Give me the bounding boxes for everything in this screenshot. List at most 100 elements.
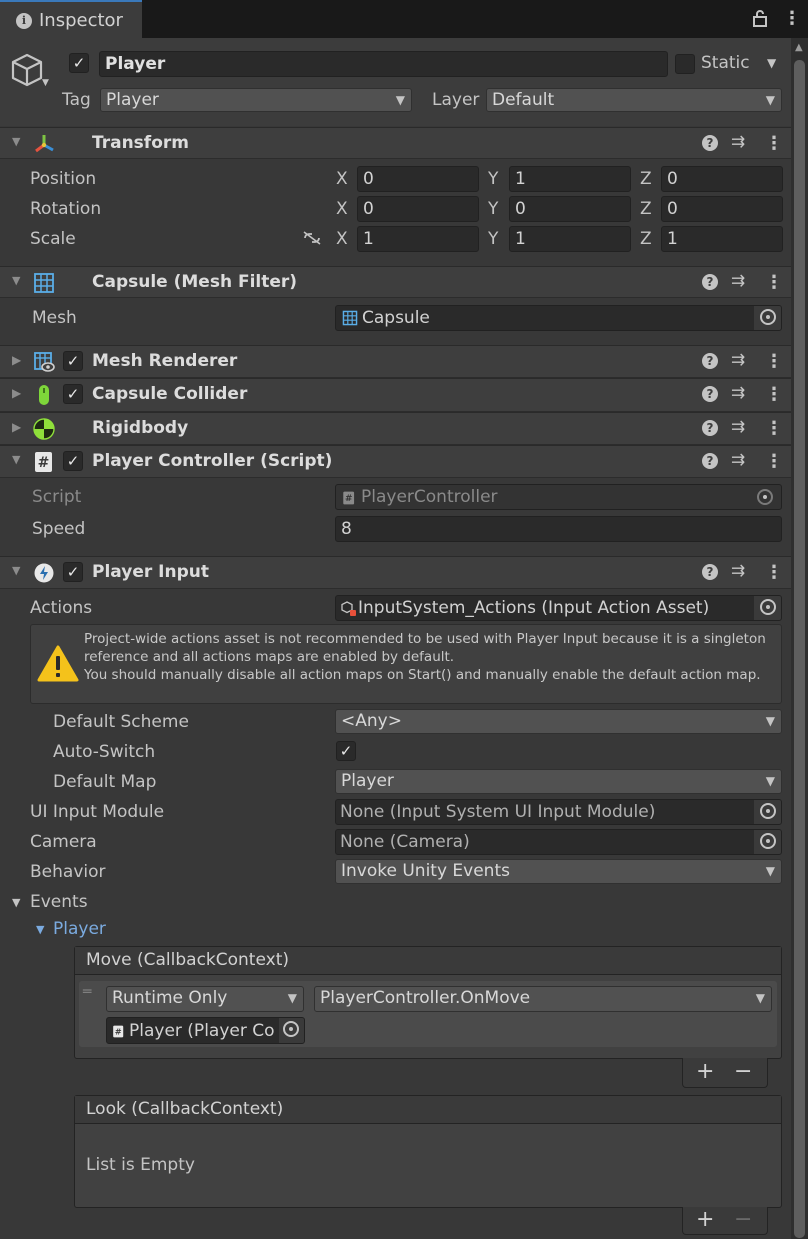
enabled-checkbox[interactable]: ✓	[63, 451, 83, 471]
foldout-collapsed-icon[interactable]: ▶	[12, 386, 21, 400]
object-name-text: Player	[105, 54, 166, 74]
tab-inspector[interactable]: i Inspector	[0, 0, 142, 38]
component-title: Player Controller (Script)	[92, 451, 333, 471]
camera-label: Camera	[30, 832, 97, 852]
rotation-y-input[interactable]: 0	[509, 196, 631, 222]
input-action-asset-icon	[341, 601, 356, 616]
scale-x-input[interactable]: 1	[357, 226, 479, 252]
foldout-collapsed-icon[interactable]: ▶	[12, 353, 21, 367]
player-map-label[interactable]: Player	[53, 919, 106, 939]
enabled-checkbox[interactable]: ✓	[63, 384, 83, 404]
component-title: Transform	[92, 133, 189, 153]
object-picker-button[interactable]	[753, 800, 781, 824]
object-picker-button[interactable]	[278, 1018, 304, 1043]
component-menu-icon[interactable]: ⋮	[765, 133, 783, 154]
position-z-input[interactable]: 0	[661, 166, 783, 192]
presets-icon[interactable]: ⇉	[731, 132, 745, 152]
ui-input-module-field[interactable]: None (Input System UI Input Module)	[335, 799, 782, 825]
lock-icon[interactable]	[753, 9, 767, 27]
default-map-dropdown[interactable]: Player ▼	[335, 769, 782, 794]
static-checkbox[interactable]	[675, 54, 695, 74]
component-menu-icon[interactable]: ⋮	[765, 351, 783, 372]
rigidbody-header[interactable]: ▶ Rigidbody ? ⇉ ⋮	[0, 412, 791, 445]
constrain-proportions-icon[interactable]	[302, 230, 322, 246]
icon-dropdown-arrow-icon[interactable]: ▼	[42, 78, 49, 88]
transform-header[interactable]: ▼ Transform ? ⇉ ⋮	[0, 127, 791, 159]
player-map-foldout-icon[interactable]: ▼	[36, 923, 44, 936]
behavior-dropdown[interactable]: Invoke Unity Events ▼	[335, 859, 782, 884]
axis-x-label: X	[336, 169, 348, 189]
default-map-value: Player	[341, 771, 394, 791]
event-target-field[interactable]: # Player (Player Co	[106, 1017, 305, 1044]
presets-icon[interactable]: ⇉	[731, 350, 745, 370]
player-input-header[interactable]: ▼ ✓ Player Input ? ⇉ ⋮	[0, 556, 791, 589]
component-menu-icon[interactable]: ⋮	[765, 562, 783, 583]
component-menu-icon[interactable]: ⋮	[765, 384, 783, 405]
window-menu-icon[interactable]: ⋮	[783, 10, 801, 28]
position-y-input[interactable]: 1	[509, 166, 631, 192]
foldout-expanded-icon[interactable]: ▼	[12, 274, 20, 287]
help-icon[interactable]: ?	[702, 420, 718, 436]
object-name-input[interactable]: Player	[99, 51, 668, 77]
foldout-collapsed-icon[interactable]: ▶	[12, 420, 21, 434]
component-title: Capsule (Mesh Filter)	[92, 272, 298, 292]
foldout-expanded-icon[interactable]: ▼	[12, 564, 20, 577]
function-dropdown[interactable]: PlayerController.OnMove ▼	[314, 986, 772, 1012]
help-icon[interactable]: ?	[702, 453, 718, 469]
drag-handle-icon[interactable]: ═	[83, 984, 91, 1000]
component-menu-icon[interactable]: ⋮	[765, 418, 783, 439]
foldout-expanded-icon[interactable]: ▼	[12, 135, 20, 148]
runtime-mode-dropdown[interactable]: Runtime Only ▼	[106, 986, 304, 1012]
foldout-expanded-icon[interactable]: ▼	[12, 453, 20, 466]
enabled-checkbox[interactable]: ✓	[63, 562, 83, 582]
auto-switch-checkbox[interactable]: ✓	[336, 741, 356, 761]
position-x-input[interactable]: 0	[357, 166, 479, 192]
chevron-down-icon: ▼	[765, 864, 775, 878]
presets-icon[interactable]: ⇉	[731, 417, 745, 437]
help-icon[interactable]: ?	[702, 274, 718, 290]
mesh-renderer-header[interactable]: ▶ ✓ Mesh Renderer ? ⇉ ⋮	[0, 345, 791, 378]
help-icon[interactable]: ?	[702, 353, 718, 369]
scroll-up-icon[interactable]: ▲	[795, 42, 803, 53]
events-foldout-icon[interactable]: ▼	[12, 896, 20, 909]
rotation-z-input[interactable]: 0	[661, 196, 783, 222]
layer-dropdown[interactable]: Default ▼	[486, 88, 782, 112]
scale-z-input[interactable]: 1	[661, 226, 783, 252]
object-picker-button[interactable]	[753, 596, 781, 620]
mesh-filter-header[interactable]: ▼ Capsule (Mesh Filter) ? ⇉ ⋮	[0, 266, 791, 298]
presets-icon[interactable]: ⇉	[731, 271, 745, 291]
component-menu-icon[interactable]: ⋮	[765, 451, 783, 472]
axis-z-label: Z	[640, 169, 652, 189]
event-target-value: Player (Player Co	[129, 1021, 275, 1041]
scale-y-input[interactable]: 1	[509, 226, 631, 252]
actions-object-field[interactable]: InputSystem_Actions (Input Action Asset)	[335, 595, 782, 621]
presets-icon[interactable]: ⇉	[731, 561, 745, 581]
object-picker-button[interactable]	[753, 306, 781, 330]
help-icon[interactable]: ?	[702, 135, 718, 151]
gameobject-cube-icon[interactable]	[10, 52, 44, 88]
capsule-collider-header[interactable]: ▶ ✓ Capsule Collider ? ⇉ ⋮	[0, 378, 791, 412]
remove-listener-button[interactable]: −	[734, 1059, 752, 1084]
enabled-checkbox[interactable]: ✓	[63, 351, 83, 371]
help-icon[interactable]: ?	[702, 386, 718, 402]
presets-icon[interactable]: ⇉	[731, 450, 745, 470]
help-icon[interactable]: ?	[702, 564, 718, 580]
component-menu-icon[interactable]: ⋮	[765, 272, 783, 293]
add-listener-button[interactable]: +	[696, 1059, 714, 1084]
events-label[interactable]: Events	[30, 892, 88, 912]
add-listener-button[interactable]: +	[696, 1207, 714, 1232]
default-scheme-dropdown[interactable]: <Any> ▼	[335, 709, 782, 734]
script-icon: #	[343, 491, 355, 505]
mesh-object-field[interactable]: Capsule	[335, 305, 782, 331]
static-dropdown-arrow-icon[interactable]: ▼	[767, 56, 776, 70]
speed-input[interactable]: 8	[335, 516, 782, 542]
tag-dropdown[interactable]: Player ▼	[100, 88, 412, 112]
object-picker-button[interactable]	[753, 830, 781, 854]
rotation-x-input[interactable]: 0	[357, 196, 479, 222]
component-title: Mesh Renderer	[92, 351, 238, 371]
active-checkbox[interactable]: ✓	[69, 53, 89, 73]
camera-field[interactable]: None (Camera)	[335, 829, 782, 855]
scrollbar-thumb[interactable]	[794, 60, 805, 1238]
presets-icon[interactable]: ⇉	[731, 383, 745, 403]
player-controller-header[interactable]: ▼ # ✓ Player Controller (Script) ? ⇉ ⋮	[0, 445, 791, 478]
